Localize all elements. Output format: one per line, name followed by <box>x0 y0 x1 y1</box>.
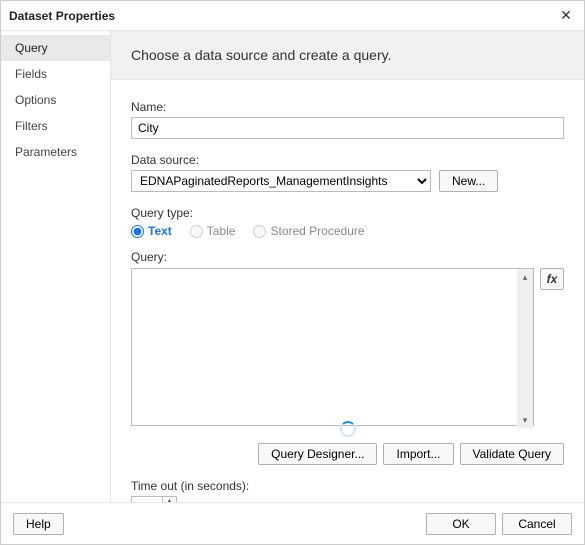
sidebar-item-fields[interactable]: Fields <box>1 61 110 87</box>
name-label: Name: <box>131 100 564 114</box>
radio-label: Table <box>207 224 236 238</box>
sidebar: Query Fields Options Filters Parameters <box>1 31 111 502</box>
sidebar-item-filters[interactable]: Filters <box>1 113 110 139</box>
dataset-properties-dialog: Dataset Properties ✕ Query Fields Option… <box>0 0 585 545</box>
cancel-button[interactable]: Cancel <box>502 513 572 535</box>
radio-table-input[interactable] <box>190 225 203 238</box>
query-block: ▴ ▾ fx <box>131 268 564 429</box>
new-datasource-button[interactable]: New... <box>439 170 498 192</box>
radio-label: Stored Procedure <box>270 224 364 238</box>
window-title: Dataset Properties <box>9 9 556 23</box>
querytype-group: Text Table Stored Procedure <box>131 224 564 238</box>
query-buttons: Query Designer... Import... Validate Que… <box>131 443 564 465</box>
loading-spinner-icon <box>340 421 356 437</box>
validate-query-button[interactable]: Validate Query <box>460 443 565 465</box>
datasource-label: Data source: <box>131 153 564 167</box>
query-designer-button[interactable]: Query Designer... <box>258 443 377 465</box>
form-area: Name: Data source: EDNAPaginatedReports_… <box>111 80 584 502</box>
query-label: Query: <box>131 250 564 264</box>
ok-button[interactable]: OK <box>426 513 496 535</box>
querytype-text[interactable]: Text <box>131 224 172 238</box>
scroll-down-icon[interactable]: ▾ <box>517 412 533 428</box>
sidebar-item-label: Query <box>15 41 48 55</box>
import-button[interactable]: Import... <box>383 443 453 465</box>
timeout-label: Time out (in seconds): <box>131 479 564 493</box>
titlebar: Dataset Properties ✕ <box>1 1 584 31</box>
radio-stored-input[interactable] <box>253 225 266 238</box>
sidebar-item-parameters[interactable]: Parameters <box>1 139 110 165</box>
sidebar-item-label: Options <box>15 93 56 107</box>
help-button[interactable]: Help <box>13 513 64 535</box>
sidebar-item-label: Filters <box>15 119 48 133</box>
name-field[interactable] <box>131 117 564 139</box>
scroll-up-icon[interactable]: ▴ <box>517 269 533 285</box>
sidebar-item-query[interactable]: Query <box>1 35 110 61</box>
querytype-label: Query type: <box>131 206 564 220</box>
radio-text-input[interactable] <box>131 225 144 238</box>
page-heading: Choose a data source and create a query. <box>111 31 584 80</box>
querytype-stored[interactable]: Stored Procedure <box>253 224 364 238</box>
content-area: Query Fields Options Filters Parameters … <box>1 31 584 502</box>
close-icon[interactable]: ✕ <box>556 6 576 26</box>
scrollbar[interactable]: ▴ ▾ <box>517 269 533 428</box>
scroll-track[interactable] <box>517 285 533 412</box>
timeout-row: Time out (in seconds): ▲ ▼ <box>131 479 564 502</box>
query-textarea[interactable] <box>131 268 534 426</box>
footer: Help OK Cancel <box>1 502 584 544</box>
querytype-table[interactable]: Table <box>190 224 236 238</box>
sidebar-item-label: Parameters <box>15 145 77 159</box>
sidebar-item-label: Fields <box>15 67 47 81</box>
expression-button[interactable]: fx <box>540 268 564 290</box>
datasource-select[interactable]: EDNAPaginatedReports_ManagementInsights <box>131 170 431 192</box>
radio-label: Text <box>148 224 172 238</box>
sidebar-item-options[interactable]: Options <box>1 87 110 113</box>
main-panel: Choose a data source and create a query.… <box>111 31 584 502</box>
